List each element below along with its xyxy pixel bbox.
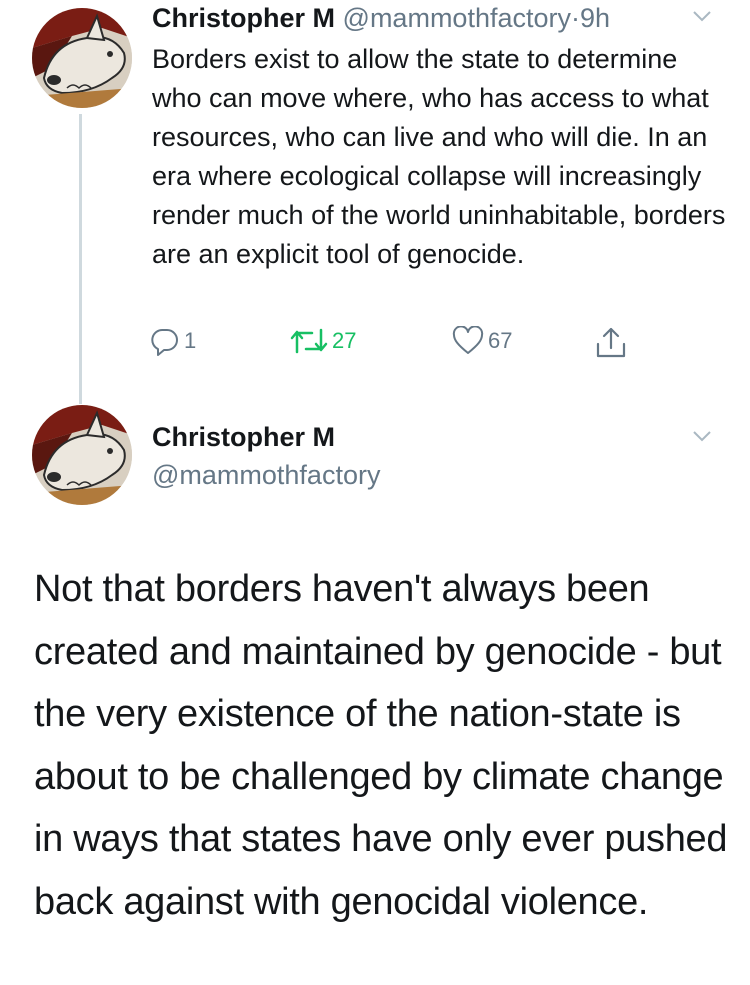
- like-button[interactable]: 67: [452, 326, 512, 356]
- share-icon: [596, 327, 626, 358]
- share-button[interactable]: [594, 326, 628, 360]
- reply-button[interactable]: 1: [150, 326, 196, 356]
- author-name[interactable]: Christopher M: [152, 3, 335, 33]
- retweet-icon: [290, 328, 328, 354]
- reply-count: 1: [184, 328, 197, 353]
- tweet-header: Christopher M @mammothfactory·9h: [152, 2, 610, 34]
- wolf-illustration-avatar: [32, 405, 132, 505]
- avatar[interactable]: [32, 405, 132, 505]
- tweet-time[interactable]: 9h: [580, 3, 610, 33]
- tweet-text: Not that borders haven't always been cre…: [34, 568, 728, 923]
- tweet-actions: 1 27 67: [150, 326, 650, 366]
- like-icon: [452, 326, 484, 354]
- like-count: 67: [488, 328, 513, 353]
- chevron-down-icon[interactable]: [690, 424, 714, 453]
- retweet-button[interactable]: 27: [290, 326, 356, 356]
- author-handle[interactable]: @mammothfactory: [152, 458, 380, 492]
- thread-connector-line: [79, 114, 82, 404]
- author-handle[interactable]: @mammothfactory: [343, 3, 571, 33]
- reply-icon: [151, 328, 178, 356]
- retweet-count: 27: [332, 328, 357, 353]
- author-name[interactable]: Christopher M: [152, 420, 335, 454]
- chevron-down-icon[interactable]: [690, 4, 714, 33]
- tweet-text: Borders exist to allow the state to dete…: [152, 44, 726, 269]
- separator-dot: ·: [571, 3, 580, 33]
- avatar[interactable]: [32, 8, 132, 108]
- wolf-illustration-avatar: [32, 8, 132, 108]
